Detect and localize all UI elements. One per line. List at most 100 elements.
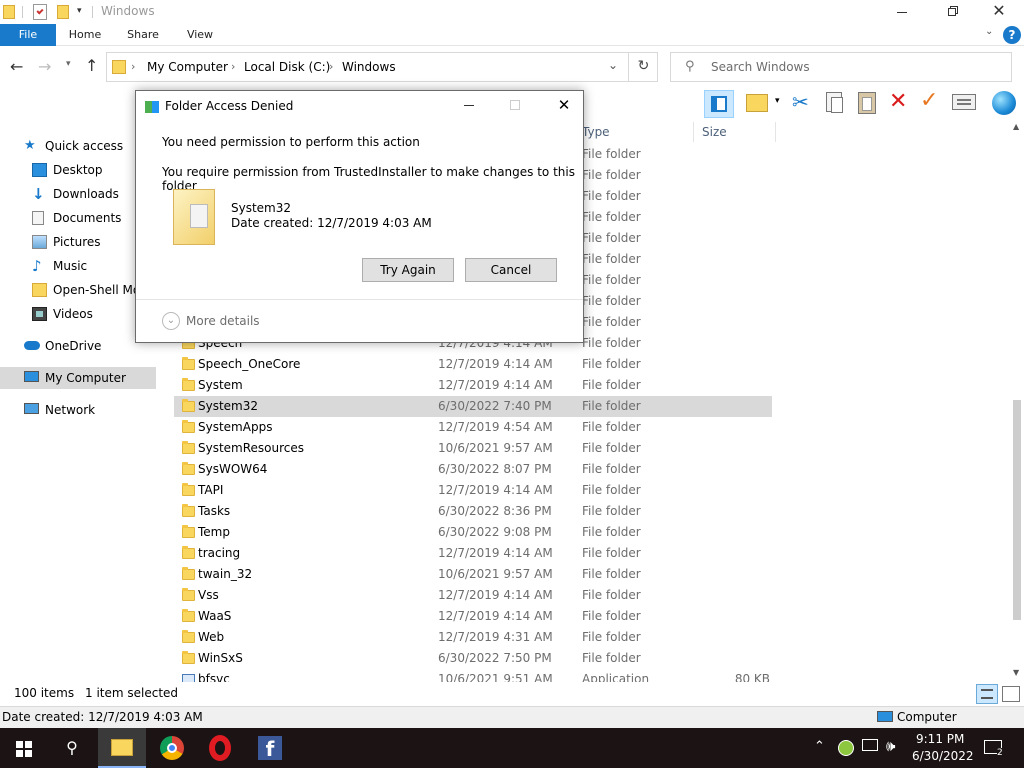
breadcrumb-local-disk[interactable]: Local Disk (C:): [244, 60, 330, 74]
file-row[interactable]: tracing 12/7/2019 4:14 AM File folder: [174, 543, 772, 564]
details-view-icon[interactable]: [976, 684, 998, 704]
file-row[interactable]: SystemApps 12/7/2019 4:54 AM File folder: [174, 417, 772, 438]
more-details-icon[interactable]: ⌄: [162, 312, 180, 330]
restore-button[interactable]: [930, 0, 976, 24]
dialog-minimize-button[interactable]: [452, 91, 488, 119]
file-row[interactable]: twain_32 10/6/2021 9:57 AM File folder: [174, 564, 772, 585]
tray-app-icon[interactable]: [838, 740, 854, 756]
breadcrumb-my-computer[interactable]: My Computer: [147, 60, 228, 74]
breadcrumb-windows[interactable]: Windows: [342, 60, 396, 74]
folder-icon: [182, 462, 195, 475]
tab-file[interactable]: File: [0, 24, 56, 46]
item-count: 100 items: [14, 686, 75, 700]
vertical-scrollbar[interactable]: ▲ ▼: [1010, 122, 1024, 682]
properties-icon[interactable]: [33, 4, 47, 20]
file-name: bfsvc: [198, 672, 230, 682]
volume-icon[interactable]: 🕪: [886, 737, 895, 755]
scroll-down-icon[interactable]: ▼: [1013, 668, 1019, 677]
show-hidden-icons-icon[interactable]: ⌃: [814, 739, 825, 754]
address-bar[interactable]: › My Computer › Local Disk (C:) › Window…: [106, 52, 658, 82]
star-icon: ★: [24, 138, 36, 153]
file-type: File folder: [582, 630, 641, 644]
minimize-button[interactable]: [880, 0, 926, 24]
close-button[interactable]: ✕: [976, 0, 1022, 24]
file-type: File folder: [582, 210, 641, 224]
preview-pane-icon[interactable]: [704, 90, 734, 118]
folder-icon: [182, 525, 195, 538]
file-row[interactable]: TAPI 12/7/2019 4:14 AM File folder: [174, 480, 772, 501]
delete-icon[interactable]: ✕: [889, 89, 907, 114]
desktop-icon: [32, 163, 47, 177]
nav-item-network[interactable]: Network: [0, 399, 158, 421]
file-row[interactable]: bfsvc 10/6/2021 9:51 AM Application 80 KB: [174, 669, 772, 682]
search-icon: ⚲: [685, 59, 695, 74]
file-row[interactable]: WinSxS 6/30/2022 7:50 PM File folder: [174, 648, 772, 669]
back-icon[interactable]: ←: [10, 57, 23, 76]
clock-time[interactable]: 9:11 PM: [916, 732, 964, 746]
taskbar: ⚲ f ⌃ 🕪 9:11 PM 6/30/2022 2: [0, 728, 1024, 768]
network-tray-icon[interactable]: [862, 739, 878, 751]
column-header-size[interactable]: Size: [702, 122, 776, 142]
tab-share[interactable]: Share: [118, 24, 168, 46]
copy-icon[interactable]: [826, 92, 843, 113]
cut-icon[interactable]: ✂: [792, 90, 809, 114]
file-type: File folder: [582, 441, 641, 455]
folder-icon: [182, 567, 195, 580]
more-details-link[interactable]: More details: [186, 314, 260, 328]
globe-icon[interactable]: [992, 91, 1016, 115]
column-header-type[interactable]: Type: [582, 122, 694, 142]
file-row[interactable]: System 12/7/2019 4:14 AM File folder: [174, 375, 772, 396]
file-row[interactable]: Vss 12/7/2019 4:14 AM File folder: [174, 585, 772, 606]
new-folder-icon[interactable]: [57, 5, 69, 19]
chrome-taskbar-icon[interactable]: [160, 736, 184, 760]
layout-icon[interactable]: [746, 94, 768, 112]
tab-view[interactable]: View: [176, 24, 224, 46]
try-again-button[interactable]: Try Again: [362, 258, 454, 282]
file-row[interactable]: Tasks 6/30/2022 8:36 PM File folder: [174, 501, 772, 522]
rename-icon[interactable]: ✓: [920, 88, 938, 113]
file-type: Application: [582, 672, 650, 682]
layout-dropdown-icon[interactable]: ▾: [775, 96, 780, 106]
properties-icon[interactable]: [952, 94, 976, 110]
refresh-button[interactable]: ↻: [628, 52, 658, 82]
large-icons-view-icon[interactable]: [1002, 686, 1020, 702]
scroll-thumb[interactable]: [1013, 400, 1021, 620]
forward-icon[interactable]: →: [38, 57, 51, 76]
facebook-taskbar-icon[interactable]: f: [258, 736, 282, 761]
start-button[interactable]: [0, 728, 48, 768]
cloud-icon: [24, 341, 40, 350]
nav-item-my-computer[interactable]: My Computer: [0, 367, 156, 389]
title-bar: ▾ Windows ✕: [0, 0, 1024, 24]
file-row[interactable]: SysWOW64 6/30/2022 8:07 PM File folder: [174, 459, 772, 480]
tab-home[interactable]: Home: [60, 24, 110, 46]
address-dropdown-icon[interactable]: ⌄: [608, 58, 618, 72]
ribbon-expand-icon[interactable]: ⌄: [985, 26, 993, 37]
file-row[interactable]: Speech_OneCore 12/7/2019 4:14 AM File fold…: [174, 354, 772, 375]
search-box[interactable]: ⚲ Search Windows: [670, 52, 1012, 82]
paste-icon[interactable]: [858, 92, 876, 114]
search-taskbar-icon[interactable]: ⚲: [48, 728, 96, 768]
file-row[interactable]: Temp 6/30/2022 9:08 PM File folder: [174, 522, 772, 543]
qat-dropdown-icon[interactable]: ▾: [77, 6, 82, 16]
folder-icon: [182, 609, 195, 622]
clock-date[interactable]: 6/30/2022: [912, 749, 974, 763]
file-row[interactable]: Web 12/7/2019 4:31 AM File folder: [174, 627, 772, 648]
up-icon[interactable]: ↑: [85, 56, 98, 75]
dialog-close-button[interactable]: ✕: [544, 91, 584, 119]
computer-icon: [24, 371, 39, 382]
recent-locations-icon[interactable]: ▾: [66, 59, 71, 69]
cancel-button[interactable]: Cancel: [465, 258, 557, 282]
file-row[interactable]: System32 6/30/2022 7:40 PM File folder: [174, 396, 772, 417]
file-explorer-taskbar-button[interactable]: [98, 728, 146, 768]
file-row[interactable]: WaaS 12/7/2019 4:14 AM File folder: [174, 606, 772, 627]
opera-taskbar-icon[interactable]: [209, 735, 231, 761]
file-type: File folder: [582, 168, 641, 182]
folder-icon: [182, 420, 195, 433]
file-row[interactable]: SystemResources 10/6/2021 9:57 AM File fol…: [174, 438, 772, 459]
file-name: tracing: [198, 546, 241, 560]
file-date: 6/30/2022 8:07 PM: [438, 462, 552, 476]
scroll-up-icon[interactable]: ▲: [1013, 122, 1019, 131]
zone-label: Computer: [897, 710, 957, 724]
help-icon[interactable]: ?: [1003, 26, 1021, 44]
file-name: Speech_OneCore: [198, 357, 301, 371]
